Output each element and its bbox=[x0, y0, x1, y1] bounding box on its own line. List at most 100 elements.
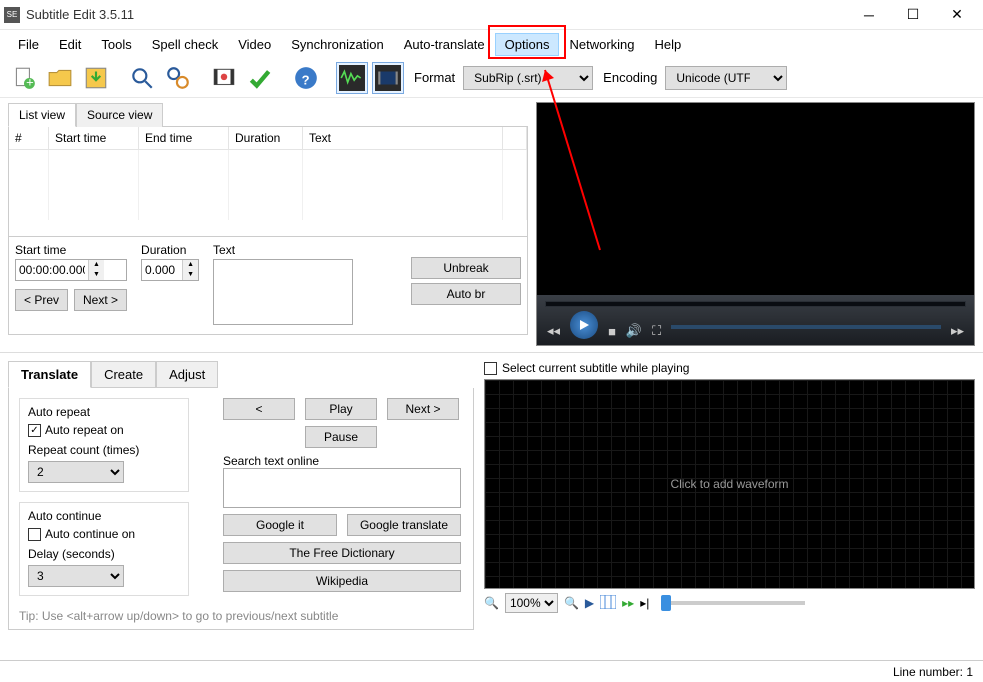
help-button[interactable]: ? bbox=[290, 62, 322, 94]
skip-forward-icon[interactable]: ▸▸ bbox=[951, 323, 964, 339]
menu-networking[interactable]: Networking bbox=[559, 33, 644, 56]
delay-label: Delay (seconds) bbox=[28, 547, 180, 561]
volume-icon[interactable]: 🔊 bbox=[626, 323, 642, 339]
menu-sync[interactable]: Synchronization bbox=[281, 33, 394, 56]
maximize-button[interactable]: ☐ bbox=[891, 1, 935, 29]
wikipedia-button[interactable]: Wikipedia bbox=[223, 570, 461, 592]
spinner-up-icon[interactable]: ▲ bbox=[89, 260, 104, 270]
stop-icon[interactable]: ■ bbox=[608, 324, 616, 339]
menu-help[interactable]: Help bbox=[645, 33, 692, 56]
repeat-count-label: Repeat count (times) bbox=[28, 443, 180, 457]
play-button[interactable]: Play bbox=[305, 398, 377, 420]
wave-position-slider[interactable] bbox=[665, 601, 805, 605]
play-back-button[interactable]: < bbox=[223, 398, 295, 420]
play-icon[interactable] bbox=[570, 311, 598, 339]
next-button[interactable]: Next > bbox=[74, 289, 127, 311]
wave-end-icon[interactable]: ▸| bbox=[640, 596, 649, 610]
unbreak-button[interactable]: Unbreak bbox=[411, 257, 521, 279]
new-file-button[interactable]: + bbox=[8, 62, 40, 94]
wave-forward-icon[interactable]: ▸▸ bbox=[622, 596, 634, 610]
slider-thumb-icon[interactable] bbox=[661, 595, 671, 611]
find-button[interactable] bbox=[126, 62, 158, 94]
grid-body[interactable] bbox=[9, 150, 527, 220]
toolbar: + ? Format SubRip (.srt) Encoding Unicod… bbox=[0, 58, 983, 98]
col-duration[interactable]: Duration bbox=[229, 127, 303, 149]
format-select[interactable]: SubRip (.srt) bbox=[463, 66, 593, 90]
waveform-area[interactable]: Click to add waveform bbox=[484, 379, 975, 589]
translate-panel: Auto repeat ✓ Auto repeat on Repeat coun… bbox=[8, 388, 474, 630]
select-while-playing-checkbox[interactable]: Select current subtitle while playing bbox=[484, 361, 975, 375]
menu-edit[interactable]: Edit bbox=[49, 33, 91, 56]
tip-text: Tip: Use <alt+arrow up/down> to go to pr… bbox=[19, 609, 338, 623]
menu-video[interactable]: Video bbox=[228, 33, 281, 56]
google-it-button[interactable]: Google it bbox=[223, 514, 337, 536]
waveform-controls: 🔍 100% 🔍 ▶ ▸▸ ▸| bbox=[484, 593, 975, 613]
checkbox-unchecked-icon bbox=[484, 362, 497, 375]
col-number[interactable]: # bbox=[9, 127, 49, 149]
col-start[interactable]: Start time bbox=[49, 127, 139, 149]
text-input[interactable] bbox=[213, 259, 353, 325]
titlebar: SE Subtitle Edit 3.5.11 ─ ☐ ✕ bbox=[0, 0, 983, 30]
encoding-select[interactable]: Unicode (UTF-8) bbox=[665, 66, 787, 90]
menu-autotranslate[interactable]: Auto-translate bbox=[394, 33, 495, 56]
video-seek-bar[interactable] bbox=[545, 301, 966, 307]
open-file-button[interactable] bbox=[44, 62, 76, 94]
tab-translate[interactable]: Translate bbox=[8, 361, 91, 388]
menu-tools[interactable]: Tools bbox=[91, 33, 141, 56]
autorepeat-checkbox[interactable]: ✓ Auto repeat on bbox=[28, 423, 180, 437]
autobr-button[interactable]: Auto br bbox=[411, 283, 521, 305]
free-dictionary-button[interactable]: The Free Dictionary bbox=[223, 542, 461, 564]
repeat-count-select[interactable]: 2 bbox=[28, 461, 124, 483]
waveform-toggle-button[interactable] bbox=[336, 62, 368, 94]
menu-file[interactable]: File bbox=[8, 33, 49, 56]
skip-back-icon[interactable]: ◂◂ bbox=[547, 323, 560, 339]
autocontinue-checkbox[interactable]: Auto continue on bbox=[28, 527, 180, 541]
autorepeat-group: Auto repeat ✓ Auto repeat on Repeat coun… bbox=[19, 398, 189, 492]
replace-button[interactable] bbox=[162, 62, 194, 94]
play-next-button[interactable]: Next > bbox=[387, 398, 459, 420]
col-end[interactable]: End time bbox=[139, 127, 229, 149]
spinner-down-icon[interactable]: ▼ bbox=[89, 270, 104, 280]
view-tabs: List view Source view bbox=[8, 102, 528, 127]
zoom-out-icon[interactable]: 🔍 bbox=[484, 596, 499, 610]
statusbar: Line number: 1 bbox=[0, 660, 983, 682]
visual-sync-button[interactable] bbox=[208, 62, 240, 94]
tab-adjust[interactable]: Adjust bbox=[156, 361, 218, 388]
spellcheck-button[interactable] bbox=[244, 62, 276, 94]
video-player[interactable]: ◂◂ ■ 🔊 ⛶ ▸▸ bbox=[536, 102, 975, 346]
google-translate-button[interactable]: Google translate bbox=[347, 514, 461, 536]
volume-slider[interactable] bbox=[671, 325, 941, 329]
delay-select[interactable]: 3 bbox=[28, 565, 124, 587]
zoom-in-icon[interactable]: 🔍 bbox=[564, 596, 579, 610]
app-icon: SE bbox=[4, 7, 20, 23]
svg-text:+: + bbox=[26, 74, 34, 89]
prev-button[interactable]: < Prev bbox=[15, 289, 68, 311]
tab-create[interactable]: Create bbox=[91, 361, 156, 388]
start-time-input[interactable]: ▲▼ bbox=[15, 259, 127, 281]
spinner-up-icon[interactable]: ▲ bbox=[183, 260, 198, 270]
save-button[interactable] bbox=[80, 62, 112, 94]
minimize-button[interactable]: ─ bbox=[847, 1, 891, 29]
col-extra[interactable] bbox=[503, 127, 527, 149]
fullscreen-icon[interactable]: ⛶ bbox=[652, 323, 661, 339]
menu-spellcheck[interactable]: Spell check bbox=[142, 33, 228, 56]
search-text-input[interactable] bbox=[223, 468, 461, 508]
tab-list-view[interactable]: List view bbox=[8, 103, 76, 127]
col-text[interactable]: Text bbox=[303, 127, 503, 149]
pause-button[interactable]: Pause bbox=[305, 426, 377, 448]
duration-input[interactable]: ▲▼ bbox=[141, 259, 199, 281]
subtitle-grid[interactable]: # Start time End time Duration Text bbox=[8, 127, 528, 237]
checkbox-checked-icon: ✓ bbox=[28, 424, 41, 437]
encoding-label: Encoding bbox=[603, 70, 657, 85]
wave-play-icon[interactable]: ▶ bbox=[585, 596, 594, 610]
menubar: File Edit Tools Spell check Video Synchr… bbox=[0, 30, 983, 58]
wave-grid-icon[interactable] bbox=[600, 595, 616, 612]
menu-options[interactable]: Options bbox=[495, 33, 560, 56]
tab-source-view[interactable]: Source view bbox=[76, 103, 163, 127]
zoom-select[interactable]: 100% bbox=[505, 593, 558, 613]
video-toggle-button[interactable] bbox=[372, 62, 404, 94]
spinner-down-icon[interactable]: ▼ bbox=[183, 270, 198, 280]
autocontinue-title: Auto continue bbox=[28, 509, 180, 523]
search-label: Search text online bbox=[223, 454, 319, 468]
close-button[interactable]: ✕ bbox=[935, 1, 979, 29]
